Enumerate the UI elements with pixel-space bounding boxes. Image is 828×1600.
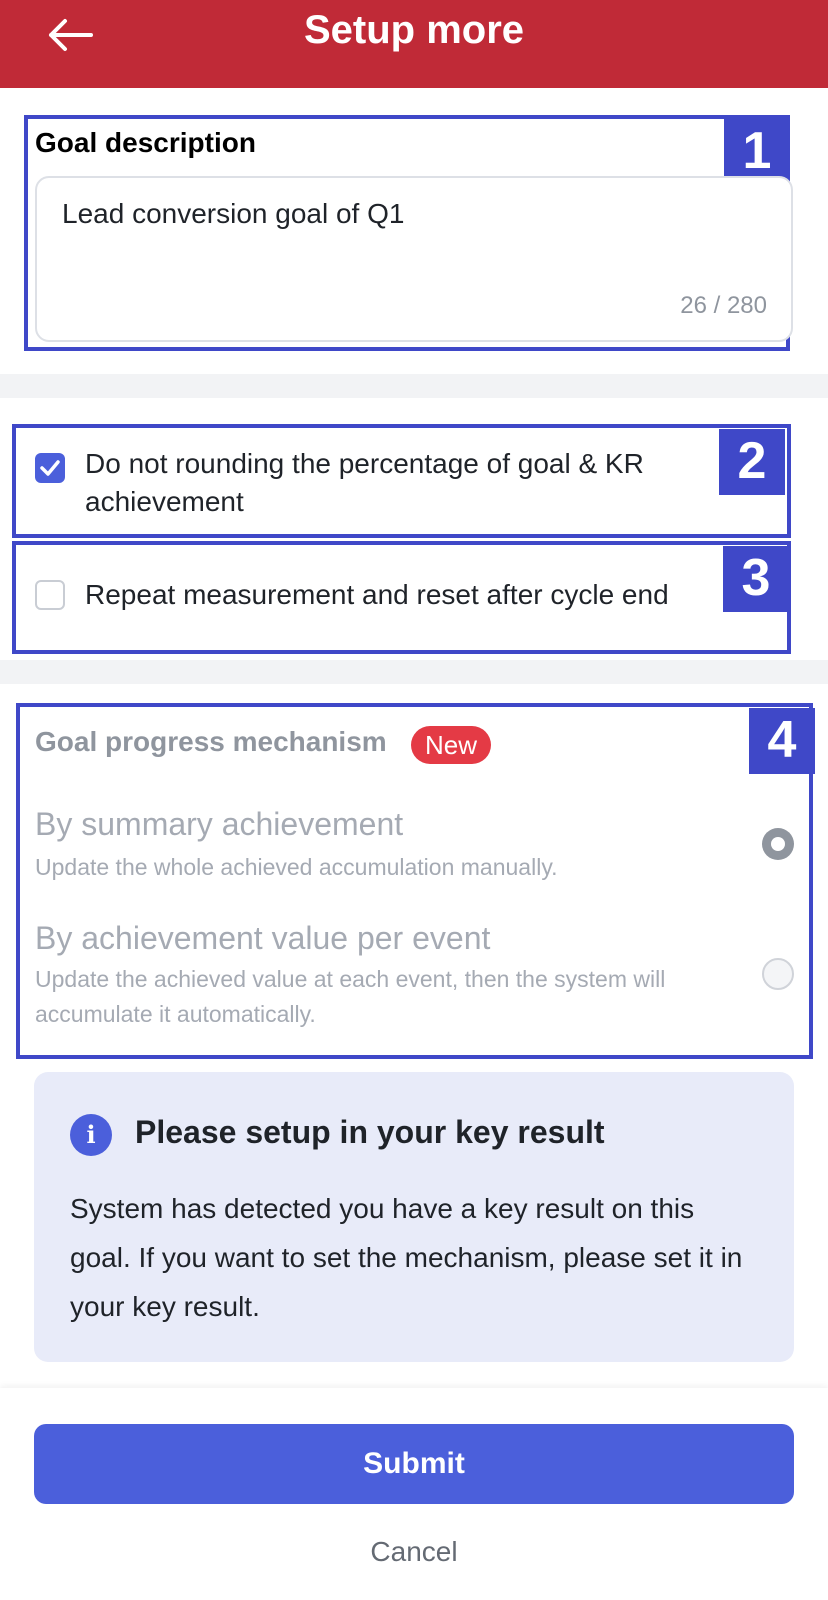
submit-button[interactable]: Submit xyxy=(34,1424,794,1504)
summary-radio[interactable] xyxy=(762,828,794,860)
goal-description-label: Goal description xyxy=(35,127,256,158)
option-title: By achievement value per event xyxy=(35,920,491,956)
checkmark-icon xyxy=(40,460,60,476)
page-title: Setup more xyxy=(303,8,525,52)
annotation-number-3: 3 xyxy=(723,546,789,612)
goal-description-value: Lead conversion goal of Q1 xyxy=(62,198,405,229)
option-description: Update the whole achieved accumulation m… xyxy=(35,854,558,880)
info-title: Please setup in your key result xyxy=(135,1114,605,1150)
new-badge: New xyxy=(411,726,492,764)
repeat-measurement-checkbox[interactable] xyxy=(35,580,65,610)
annotation-number-2: 2 xyxy=(719,429,785,495)
character-counter: 26 / 280 xyxy=(680,292,767,319)
no-rounding-label: Do not rounding the percentage of goal &… xyxy=(85,448,644,517)
app-header: Setup more xyxy=(0,0,828,88)
option-title: By summary achievement xyxy=(35,806,404,842)
goal-description-textarea[interactable]: Lead conversion goal of Q1 26 / 280 xyxy=(35,176,793,342)
section-divider xyxy=(0,660,828,684)
info-card: i Please setup in your key result System… xyxy=(34,1072,794,1362)
info-body: System has detected you have a key resul… xyxy=(70,1193,743,1322)
no-rounding-checkbox[interactable] xyxy=(35,453,65,483)
option-description: Update the achieved value at each event,… xyxy=(35,966,666,1027)
section-divider xyxy=(0,374,828,398)
annotation-number-4: 4 xyxy=(749,708,815,774)
mechanism-title: Goal progress mechanism xyxy=(35,726,387,757)
repeat-measurement-label: Repeat measurement and reset after cycle… xyxy=(85,579,669,610)
cancel-button[interactable]: Cancel xyxy=(0,1536,828,1568)
info-icon: i xyxy=(70,1114,112,1156)
per-event-radio[interactable] xyxy=(762,958,794,990)
